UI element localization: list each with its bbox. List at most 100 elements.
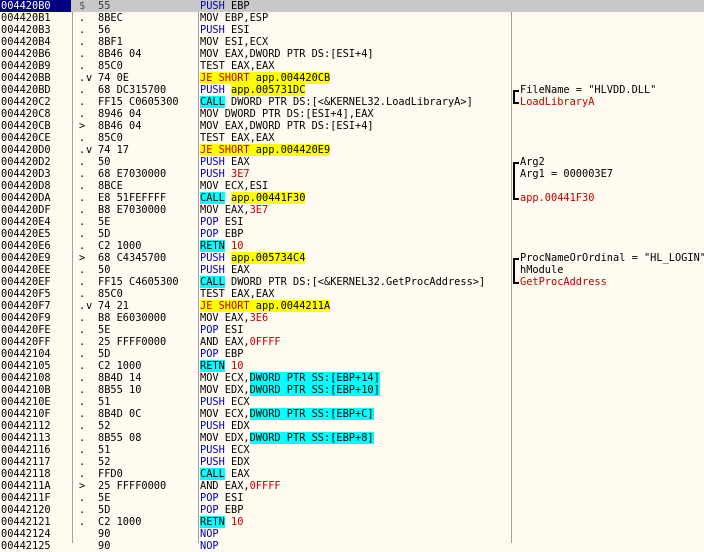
disasm-row[interactable]: 004420B0 $55 PUSH EBP: [0, 0, 704, 12]
disasm-row[interactable]: 004420C8. 8946 04 MOV DWORD PTR DS:[ESI+4]…: [0, 108, 704, 120]
disasm-row[interactable]: 004420B3. 56 PUSH ESI: [0, 24, 704, 36]
instruction-cell[interactable]: MOV DWORD PTR DS:[ESI+4],EAX: [200, 108, 511, 120]
instruction-cell[interactable]: MOV ECX,DWORD PTR SS:[EBP+C]: [200, 408, 511, 420]
address-cell[interactable]: 004420B1: [0, 12, 71, 24]
instruction-cell[interactable]: CALL EAX: [200, 468, 511, 480]
address-cell[interactable]: 00442104: [0, 348, 71, 360]
instruction-cell[interactable]: CALL app.00441F30: [200, 192, 511, 204]
disasm-row[interactable]: 00442105. C2 1000 RETN 10: [0, 360, 704, 372]
disasm-row[interactable]: 0044210B. 8B55 10 MOV EDX,DWORD PTR SS:[EB…: [0, 384, 704, 396]
instruction-cell[interactable]: CALL DWORD PTR DS:[<&KERNEL32.GetProcAdd…: [200, 276, 511, 288]
instruction-cell[interactable]: MOV EDX,DWORD PTR SS:[EBP+10]: [200, 384, 511, 396]
instruction-cell[interactable]: MOV EAX,DWORD PTR DS:[ESI+4]: [200, 48, 511, 60]
address-cell[interactable]: 004420F5: [0, 288, 71, 300]
instruction-cell[interactable]: MOV ECX,ESI: [200, 180, 511, 192]
instruction-cell[interactable]: PUSH EBP: [200, 0, 511, 12]
disasm-row[interactable]: 004420C2. FF15 C0605300 CALL DWORD PTR DS:…: [0, 96, 704, 108]
address-cell[interactable]: 004420B0: [0, 0, 71, 12]
disasm-row[interactable]: 004420F7. v 74 21 JE SHORT app.0044211A: [0, 300, 704, 312]
instruction-cell[interactable]: POP EBP: [200, 348, 511, 360]
disasm-row[interactable]: 004420D3. 68 E7030000 PUSH 3E7 Arg1 = 00000…: [0, 168, 704, 180]
disasm-row[interactable]: 004420D8. 8BCE MOV ECX,ESI: [0, 180, 704, 192]
instruction-cell[interactable]: MOV ESI,ECX: [200, 36, 511, 48]
address-cell[interactable]: 004420F7: [0, 300, 71, 312]
disasm-row[interactable]: 004420E5. 5D POP EBP: [0, 228, 704, 240]
instruction-cell[interactable]: MOV EAX,3E6: [200, 312, 511, 324]
address-cell[interactable]: 004420D8: [0, 180, 71, 192]
instruction-cell[interactable]: POP ESI: [200, 216, 511, 228]
disasm-row[interactable]: 004420CE. 85C0 TEST EAX,EAX: [0, 132, 704, 144]
address-cell[interactable]: 004420E6: [0, 240, 71, 252]
disasm-row[interactable]: 004420E6. C2 1000 RETN 10: [0, 240, 704, 252]
disasm-row[interactable]: 004420E4. 5E POP ESI: [0, 216, 704, 228]
disasm-row[interactable]: 00442125 90 NOP: [0, 540, 704, 552]
address-cell[interactable]: 00442121: [0, 516, 71, 528]
address-cell[interactable]: 004420C8: [0, 108, 71, 120]
disasm-row[interactable]: 00442108. 8B4D 14 MOV ECX,DWORD PTR SS:[EB…: [0, 372, 704, 384]
address-cell[interactable]: 004420DA: [0, 192, 71, 204]
address-cell[interactable]: 004420BB: [0, 72, 71, 84]
instruction-cell[interactable]: AND EAX,0FFFF: [200, 336, 511, 348]
disasm-row[interactable]: 004420F5. 85C0 TEST EAX,EAX: [0, 288, 704, 300]
instruction-cell[interactable]: JE SHORT app.0044211A: [200, 300, 511, 312]
disasm-row[interactable]: 00442124 90 NOP: [0, 528, 704, 540]
disasm-row[interactable]: 004420DA. E8 51FEFFFF CALL app.00441F30 app…: [0, 192, 704, 204]
disasm-row[interactable]: 0044210E. 51 PUSH ECX: [0, 396, 704, 408]
disassembly-pane[interactable]: 004420B0 $55 PUSH EBP 004420B1. 8BEC MOV EBP,…: [0, 0, 704, 552]
address-cell[interactable]: 00442113: [0, 432, 71, 444]
address-cell[interactable]: 004420D3: [0, 168, 71, 180]
address-cell[interactable]: 004420DF: [0, 204, 71, 216]
address-cell[interactable]: 004420D0: [0, 144, 71, 156]
instruction-cell[interactable]: MOV EAX,3E7: [200, 204, 511, 216]
disasm-row[interactable]: 004420FE. 5E POP ESI: [0, 324, 704, 336]
instruction-cell[interactable]: MOV ECX,DWORD PTR SS:[EBP+14]: [200, 372, 511, 384]
address-cell[interactable]: 004420E5: [0, 228, 71, 240]
address-cell[interactable]: 004420FF: [0, 336, 71, 348]
disasm-row[interactable]: 004420D2. 50 PUSH EAX Arg2: [0, 156, 704, 170]
address-cell[interactable]: 00442117: [0, 456, 71, 468]
instruction-cell[interactable]: POP ESI: [200, 492, 511, 504]
disasm-row[interactable]: 004420B4. 8BF1 MOV ESI,ECX: [0, 36, 704, 48]
address-cell[interactable]: 004420EE: [0, 264, 71, 276]
disasm-row[interactable]: 004420BD. 68 DC315700 PUSH app.005731DC Fil…: [0, 84, 704, 98]
disasm-row[interactable]: 004420B1. 8BEC MOV EBP,ESP: [0, 12, 704, 24]
address-cell[interactable]: 004420FE: [0, 324, 71, 336]
disasm-row[interactable]: 00442112. 52 PUSH EDX: [0, 420, 704, 432]
address-cell[interactable]: 00442105: [0, 360, 71, 372]
disasm-row[interactable]: 00442121. C2 1000 RETN 10: [0, 516, 704, 528]
disasm-row[interactable]: 0044211A >25 FFFF0000 AND EAX,0FFFF: [0, 480, 704, 492]
address-cell[interactable]: 004420CE: [0, 132, 71, 144]
disasm-row[interactable]: 0044211F. 5E POP ESI: [0, 492, 704, 504]
instruction-cell[interactable]: TEST EAX,EAX: [200, 132, 511, 144]
disasm-row[interactable]: 004420B6. 8B46 04 MOV EAX,DWORD PTR DS:[ES…: [0, 48, 704, 60]
disasm-row[interactable]: 00442104. 5D POP EBP: [0, 348, 704, 360]
disasm-row[interactable]: 00442120. 5D POP EBP: [0, 504, 704, 516]
instruction-cell[interactable]: PUSH EAX: [200, 156, 511, 168]
address-cell[interactable]: 00442124: [0, 528, 71, 540]
instruction-cell[interactable]: TEST EAX,EAX: [200, 288, 511, 300]
instruction-cell[interactable]: PUSH ESI: [200, 24, 511, 36]
disasm-row[interactable]: 004420FF. 25 FFFF0000 AND EAX,0FFFF: [0, 336, 704, 348]
instruction-cell[interactable]: RETN 10: [200, 240, 511, 252]
instruction-cell[interactable]: PUSH ECX: [200, 396, 511, 408]
instruction-cell[interactable]: RETN 10: [200, 516, 511, 528]
instruction-cell[interactable]: PUSH 3E7: [200, 168, 511, 180]
address-cell[interactable]: 004420E4: [0, 216, 71, 228]
instruction-cell[interactable]: RETN 10: [200, 360, 511, 372]
address-cell[interactable]: 0044210E: [0, 396, 71, 408]
address-cell[interactable]: 004420F9: [0, 312, 71, 324]
disasm-row[interactable]: 00442113. 8B55 08 MOV EDX,DWORD PTR SS:[EB…: [0, 432, 704, 444]
address-cell[interactable]: 004420B9: [0, 60, 71, 72]
address-cell[interactable]: 004420BD: [0, 84, 71, 96]
instruction-cell[interactable]: PUSH EDX: [200, 456, 511, 468]
disasm-row[interactable]: 00442117. 52 PUSH EDX: [0, 456, 704, 468]
instruction-cell[interactable]: NOP: [200, 540, 511, 552]
address-cell[interactable]: 004420B4: [0, 36, 71, 48]
disasm-row[interactable]: 004420D0. v 74 17 JE SHORT app.004420E9: [0, 144, 704, 156]
instruction-cell[interactable]: POP EBP: [200, 504, 511, 516]
instruction-cell[interactable]: POP ESI: [200, 324, 511, 336]
address-cell[interactable]: 004420B3: [0, 24, 71, 36]
address-cell[interactable]: 00442112: [0, 420, 71, 432]
instruction-cell[interactable]: AND EAX,0FFFF: [200, 480, 511, 492]
instruction-cell[interactable]: MOV EDX,DWORD PTR SS:[EBP+8]: [200, 432, 511, 444]
